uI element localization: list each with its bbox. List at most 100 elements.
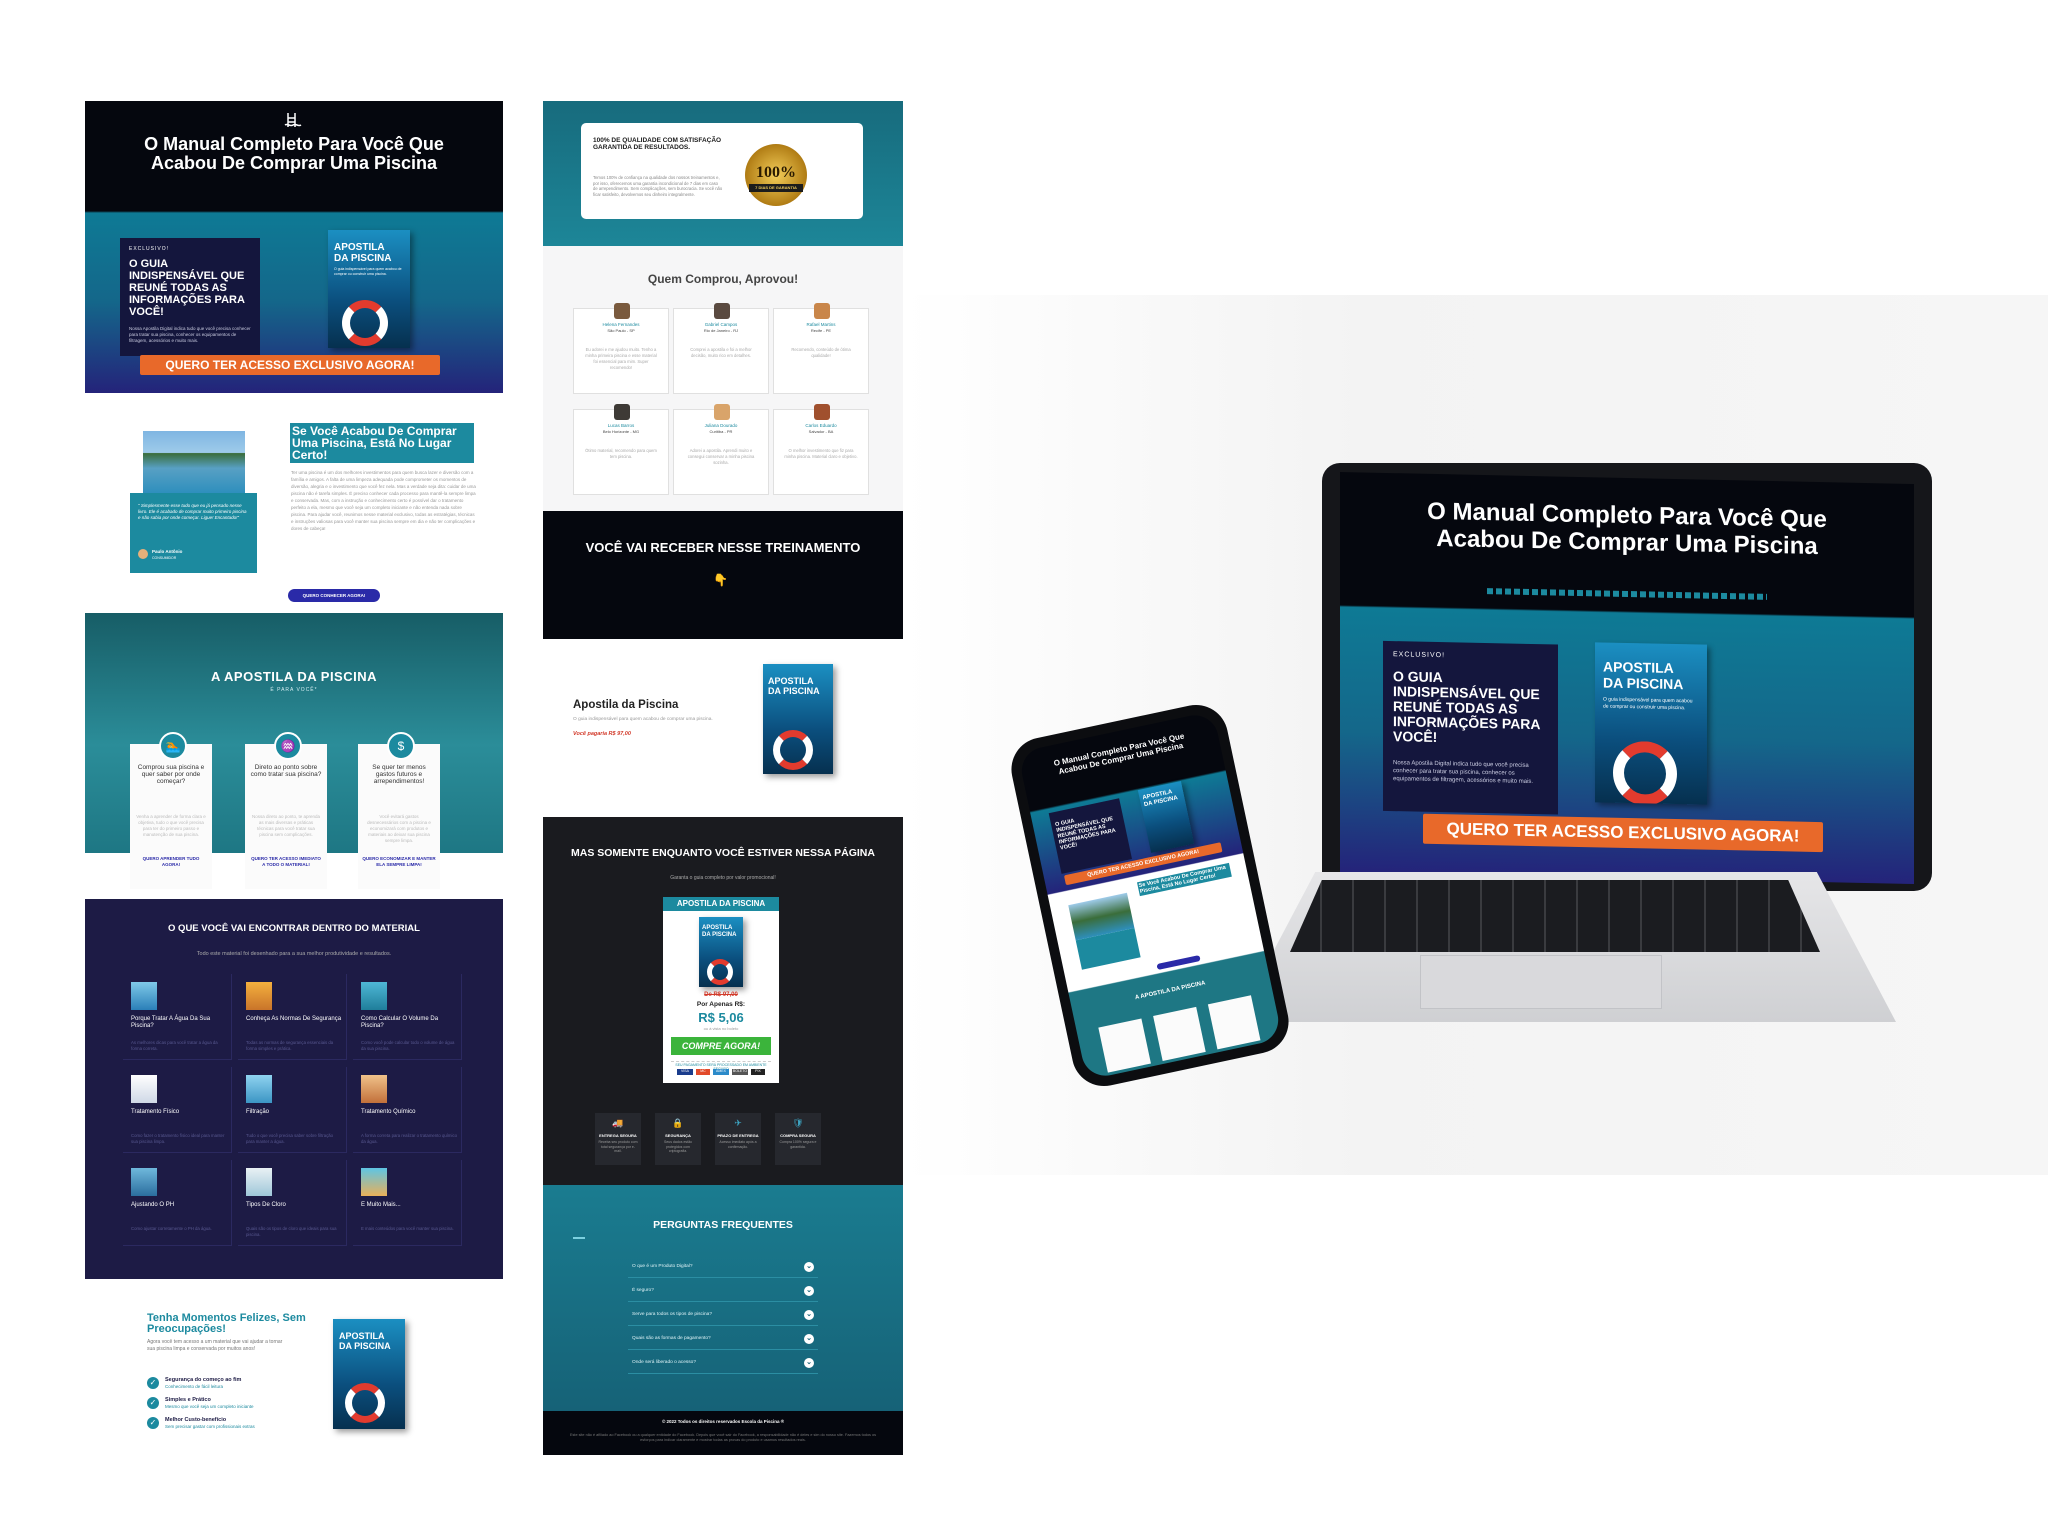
testimonial-text: Eu adorei e me ajudou muito. Tenho a min… bbox=[585, 347, 657, 370]
book-title-1: APOSTILA bbox=[1603, 658, 1674, 676]
card-headline: O GUIA INDISPENSÁVEL QUE REUNÉ TODAS AS … bbox=[1054, 816, 1117, 852]
feature-card: 🏊 Comprou sua piscina e quer saber por o… bbox=[130, 732, 212, 889]
know-now-button[interactable]: QUERO CONHECER AGORA! bbox=[288, 589, 380, 602]
material-item-desc: Como ajustar corretamente o PH da água. bbox=[131, 1226, 212, 1231]
feature-desc: Nossa direto ao ponto, te aprenda as mai… bbox=[251, 814, 321, 837]
testimonial-text: Recomendo, conteúdo de ótima qualidade! bbox=[791, 347, 851, 358]
divider bbox=[573, 1237, 585, 1239]
testimonial-name: Juliana Dourado bbox=[704, 423, 738, 428]
truck-icon: 🚚 bbox=[612, 1118, 624, 1128]
testimonial-quote: " Simplesmente esse tudo que eu já pensa… bbox=[130, 493, 257, 573]
material-item: Tratamento Físico Como fazer o tratament… bbox=[123, 1067, 232, 1153]
testimonial-card: Carlos Eduardo Salvador - BA O melhor in… bbox=[773, 404, 869, 495]
hero-section: O Manual Completo Para Você Que Acabou D… bbox=[85, 101, 503, 393]
price-card-title: APOSTILA DA PISCINA bbox=[663, 897, 779, 911]
testimonial-location: Salvador - BA bbox=[808, 429, 834, 434]
book-title-2: DA PISCINA bbox=[702, 932, 737, 938]
more-icon bbox=[361, 1168, 387, 1196]
feature-link[interactable]: QUERO TER ACESSO IMEDIATO A TODO O MATER… bbox=[249, 856, 323, 868]
plane-icon: ✈ bbox=[734, 1118, 742, 1128]
material-title: O QUE VOCÊ VAI ENCONTRAR DENTRO DO MATER… bbox=[168, 923, 420, 934]
worker-icon bbox=[246, 982, 272, 1010]
receive-section: VOCÊ VAI RECEBER NESSE TREINAMENTO 👇 bbox=[543, 511, 903, 639]
swimmer-icon: 🏊 bbox=[159, 732, 187, 760]
book-title-1: APOSTILA bbox=[702, 925, 733, 931]
ph-icon bbox=[131, 1168, 157, 1196]
amex-icon: AMEX bbox=[713, 1069, 729, 1075]
material-item-desc: Como você pode calcular todo o volume de… bbox=[361, 1040, 455, 1051]
book-title-1: APOSTILA bbox=[768, 676, 814, 686]
avatar bbox=[138, 549, 148, 559]
chevron-down-icon[interactable]: ⌄ bbox=[804, 1334, 814, 1344]
offer-title: MAS SOMENTE ENQUANTO VOCÊ ESTIVER NESSA … bbox=[571, 847, 875, 859]
chevron-down-icon[interactable]: ⌄ bbox=[804, 1358, 814, 1368]
testimonial-location: Recife - PE bbox=[810, 328, 832, 333]
book-title-2: DA PISCINA bbox=[768, 686, 820, 696]
feature-title: Direto ao ponto sobre como tratar sua pi… bbox=[250, 764, 322, 778]
book-cover: APOSTILA DA PISCINA O guia indispensável… bbox=[1595, 642, 1707, 805]
quality-section: 100% DE QUALIDADE COM SATISFAÇÃO GARANTI… bbox=[543, 101, 903, 246]
guarantee-desc: Seus dados estão protegidos com criptogr… bbox=[663, 1140, 693, 1153]
book-title-2: DA PISCINA bbox=[1603, 674, 1684, 693]
faq-question: É seguro? bbox=[632, 1288, 654, 1293]
testimonial-text: Ótimo material, recomendo para quem tem … bbox=[585, 448, 657, 459]
material-subtitle: Todo este material foi desenhado para a … bbox=[196, 951, 392, 957]
book-cover: APOSTILA DA PISCINA bbox=[1137, 781, 1195, 853]
guarantee-item: ✈ PRAZO DE ENTREGA Acesso imediato após … bbox=[715, 1113, 761, 1165]
visa-icon: VISA bbox=[677, 1069, 693, 1075]
buy-now-button[interactable]: COMPRE AGORA! bbox=[671, 1037, 771, 1055]
lifebuoy-icon bbox=[342, 300, 388, 346]
exclusive-label: EXCLUSIVO! bbox=[1393, 651, 1446, 660]
testimonial-card: Gabriel Campos Rio de Janeiro - RJ Compr… bbox=[673, 303, 769, 394]
chevron-down-icon[interactable]: ⌄ bbox=[804, 1262, 814, 1272]
testimonial-location: São Paulo - SP bbox=[607, 328, 635, 333]
shield-icon: 🛡 bbox=[792, 1118, 804, 1128]
feature-link[interactable]: QUERO ECONOMIZAR E MANTER ELA SEMPRE LIM… bbox=[362, 856, 436, 868]
intro-body: Ter uma piscina é um dos melhores invest… bbox=[291, 470, 476, 531]
check-icon: ✓ bbox=[147, 1377, 159, 1389]
feature-link[interactable]: QUERO APRENDER TUDO AGORA! bbox=[134, 856, 208, 868]
material-item: E Muito Mais... E mais conteúdos para vo… bbox=[353, 1160, 462, 1246]
faq-item[interactable]: O que é um Produto Digital? ⌄ bbox=[628, 1257, 818, 1278]
faq-question: Onde será liberado o acesso? bbox=[632, 1360, 696, 1365]
avatar bbox=[614, 404, 630, 420]
book-cover: APOSTILA DA PISCINA bbox=[763, 664, 833, 774]
material-item-title: Tratamento Físico bbox=[131, 1109, 180, 1115]
know-now-button[interactable] bbox=[1156, 955, 1201, 971]
faq-item[interactable]: É seguro? ⌄ bbox=[628, 1281, 818, 1302]
laptop-cta-button[interactable]: QUERO TER ACESSO EXCLUSIVO AGORA! bbox=[1423, 813, 1823, 853]
laptop-hero-card: EXCLUSIVO! O GUIA INDISPENSÁVEL QUE REUN… bbox=[1383, 640, 1558, 815]
point-down-icon: 👇 bbox=[713, 573, 728, 587]
only-label: Por Apenas R$: bbox=[696, 1001, 746, 1008]
filter-icon bbox=[246, 1075, 272, 1103]
testimonial-location: Curitiba - PR bbox=[709, 429, 733, 434]
testimonial-card: Helena Fernandes São Paulo - SP Eu adore… bbox=[573, 303, 669, 394]
feature-card bbox=[1207, 995, 1261, 1050]
faq-item[interactable]: Serve para todos os tipos de piscina? ⌄ bbox=[628, 1305, 818, 1326]
faq-item[interactable]: Onde será liberado o acesso? ⌄ bbox=[628, 1353, 818, 1374]
book-title-1: APOSTILA bbox=[334, 242, 385, 253]
receive-title: VOCÊ VAI RECEBER NESSE TREINAMENTO bbox=[585, 540, 861, 555]
quality-box: 100% DE QUALIDADE COM SATISFAÇÃO GARANTI… bbox=[581, 123, 863, 219]
guarantee-title: SEGURANÇA bbox=[665, 1133, 691, 1138]
product-desc: O guia indispensável para quem acabou de… bbox=[573, 717, 713, 722]
lifebuoy-icon bbox=[1613, 740, 1677, 805]
hero-cta-button[interactable]: QUERO TER ACESSO EXCLUSIVO AGORA! bbox=[140, 355, 440, 375]
book-subtitle: O guia indispensável para quem acabou de… bbox=[1603, 696, 1693, 711]
book-title-1: APOSTILA bbox=[339, 1331, 385, 1341]
pix-icon: PIX bbox=[751, 1069, 765, 1075]
faq-item[interactable]: Quais são as formas de pagamento? ⌄ bbox=[628, 1329, 818, 1350]
chevron-down-icon[interactable]: ⌄ bbox=[804, 1286, 814, 1296]
chevron-down-icon[interactable]: ⌄ bbox=[804, 1310, 814, 1320]
features-title: A APOSTILA DA PISCINA bbox=[210, 669, 378, 684]
product-section: Apostila da Piscina O guia indispensável… bbox=[543, 639, 903, 799]
book-title-2: DA PISCINA bbox=[339, 1341, 391, 1351]
payment-methods: SEU PAGAMENTO SERÁ PROCESSADO EM AMBIENT… bbox=[671, 1061, 771, 1076]
feature-card bbox=[1098, 1018, 1151, 1073]
old-price: De R$ 97,00 bbox=[704, 992, 738, 998]
lock-icon: 🔒 bbox=[672, 1118, 684, 1128]
features-subtitle: É PARA VOCÊ* bbox=[270, 687, 318, 693]
material-item-title: Como Calcular O Volume Da Piscina? bbox=[361, 1016, 439, 1029]
material-item-desc: Quais são os tipos de cloro que ideais p… bbox=[246, 1226, 337, 1237]
guarantee-title: ENTREGA SEGURA bbox=[599, 1133, 637, 1138]
